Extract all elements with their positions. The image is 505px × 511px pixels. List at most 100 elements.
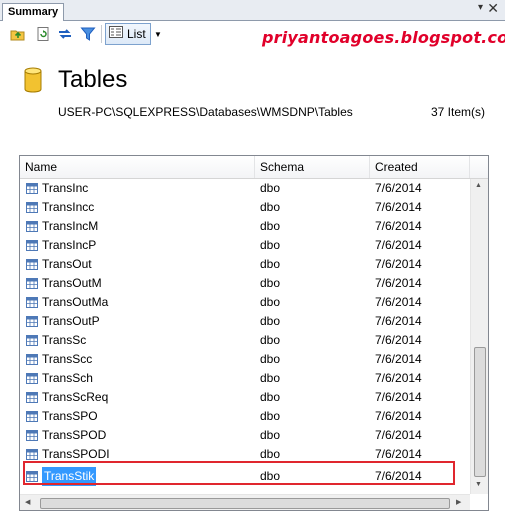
table-rows: TransInc dbo 7/6/2014 TransIncc dbo 7/6/… — [20, 179, 470, 486]
table-row[interactable]: TransInc dbo 7/6/2014 — [20, 179, 470, 198]
table-icon — [26, 221, 38, 232]
table-name: TransSPOD — [42, 428, 107, 442]
table-icon — [26, 392, 38, 403]
table-icon — [26, 335, 38, 346]
table-row[interactable]: TransOutP dbo 7/6/2014 — [20, 312, 470, 331]
close-icon[interactable]: ✕ — [487, 0, 499, 17]
table-icon — [26, 430, 38, 441]
tables-list: Name Schema Created TransInc dbo 7/6/201… — [19, 155, 489, 511]
table-created: 7/6/2014 — [375, 238, 422, 252]
table-row[interactable]: TransOutM dbo 7/6/2014 — [20, 274, 470, 293]
filter-icon[interactable] — [80, 26, 96, 42]
scroll-left-icon[interactable]: ◀ — [25, 498, 30, 506]
scroll-down-icon[interactable]: ▼ — [475, 481, 482, 488]
up-folder-icon[interactable] — [10, 26, 26, 42]
table-schema: dbo — [260, 390, 281, 404]
chevron-down-icon[interactable]: ▼ — [154, 30, 162, 39]
table-icon — [26, 411, 38, 422]
tab-summary[interactable]: Summary — [2, 3, 65, 21]
refresh-icon[interactable] — [35, 26, 51, 42]
table-created: 7/6/2014 — [375, 219, 422, 233]
table-created: 7/6/2014 — [375, 409, 422, 423]
table-name: TransScReq — [42, 390, 109, 404]
table-icon — [26, 240, 38, 251]
table-name: TransOut — [42, 257, 92, 271]
table-created: 7/6/2014 — [375, 390, 422, 404]
column-header-created[interactable]: Created — [370, 156, 470, 178]
table-schema: dbo — [260, 238, 281, 252]
item-count: 37 Item(s) — [430, 105, 485, 119]
table-row[interactable]: TransOutMa dbo 7/6/2014 — [20, 293, 470, 312]
table-row[interactable]: TransIncP dbo 7/6/2014 — [20, 236, 470, 255]
table-row[interactable]: TransScc dbo 7/6/2014 — [20, 350, 470, 369]
table-schema: dbo — [260, 352, 281, 366]
table-icon — [26, 354, 38, 365]
table-created: 7/6/2014 — [375, 257, 422, 271]
breadcrumb: USER-PC\SQLEXPRESS\Databases\WMSDNP\Tabl… — [58, 105, 353, 119]
table-schema: dbo — [260, 181, 281, 195]
column-header-schema[interactable]: Schema — [255, 156, 370, 178]
horizontal-scroll-thumb[interactable] — [40, 498, 450, 509]
table-schema: dbo — [260, 333, 281, 347]
list-view-icon — [109, 24, 123, 44]
vertical-scrollbar[interactable]: ▲ ▼ — [470, 179, 488, 494]
table-name: TransOutM — [42, 276, 102, 290]
pin-dropdown-icon[interactable]: ▾ — [478, 2, 483, 13]
table-row[interactable]: TransScReq dbo 7/6/2014 — [20, 388, 470, 407]
column-header-name[interactable]: Name — [20, 156, 255, 178]
table-schema: dbo — [260, 276, 281, 290]
selection-highlight-box — [23, 461, 455, 485]
table-created: 7/6/2014 — [375, 276, 422, 290]
table-icon — [26, 278, 38, 289]
vertical-scroll-thumb[interactable] — [474, 347, 486, 477]
table-row[interactable]: TransSc dbo 7/6/2014 — [20, 331, 470, 350]
table-icon — [26, 449, 38, 460]
table-created: 7/6/2014 — [375, 200, 422, 214]
table-schema: dbo — [260, 314, 281, 328]
table-created: 7/6/2014 — [375, 352, 422, 366]
table-name: TransSch — [42, 371, 93, 385]
table-row[interactable]: TransSPO dbo 7/6/2014 — [20, 407, 470, 426]
list-view-button[interactable]: List — [105, 23, 151, 45]
table-row[interactable]: TransSPOD dbo 7/6/2014 — [20, 426, 470, 445]
table-name: TransIncc — [42, 200, 95, 214]
table-name: TransOutMa — [42, 295, 109, 309]
table-row[interactable]: TransIncM dbo 7/6/2014 — [20, 217, 470, 236]
table-created: 7/6/2014 — [375, 295, 422, 309]
scroll-up-icon[interactable]: ▲ — [475, 182, 482, 189]
table-schema: dbo — [260, 200, 281, 214]
table-name: TransSc — [42, 333, 87, 347]
table-icon — [26, 183, 38, 194]
table-schema: dbo — [260, 371, 281, 385]
database-icon — [24, 67, 42, 96]
summary-tabstrip: Summary ▾ ✕ — [0, 0, 505, 21]
table-row[interactable]: TransOut dbo 7/6/2014 — [20, 255, 470, 274]
table-name: TransScc — [42, 352, 93, 366]
scroll-right-icon[interactable]: ▶ — [456, 498, 461, 506]
table-created: 7/6/2014 — [375, 314, 422, 328]
table-name: TransInc — [42, 181, 89, 195]
table-icon — [26, 202, 38, 213]
summary-header: Tables USER-PC\SQLEXPRESS\Databases\WMSD… — [0, 48, 505, 148]
list-view-label: List — [127, 27, 146, 41]
table-row[interactable]: TransSch dbo 7/6/2014 — [20, 369, 470, 388]
sync-icon[interactable] — [57, 26, 73, 42]
table-schema: dbo — [260, 257, 281, 271]
table-schema: dbo — [260, 409, 281, 423]
table-row[interactable]: TransIncc dbo 7/6/2014 — [20, 198, 470, 217]
table-name: TransIncM — [42, 219, 99, 233]
table-icon — [26, 373, 38, 384]
horizontal-scrollbar[interactable]: ◀ ▶ — [20, 494, 470, 510]
column-header-row: Name Schema Created — [20, 156, 488, 179]
page-title: Tables — [58, 66, 128, 93]
table-schema: dbo — [260, 428, 281, 442]
toolbar-separator — [101, 25, 102, 43]
table-icon — [26, 259, 38, 270]
table-name: TransOutP — [42, 314, 100, 328]
table-schema: dbo — [260, 295, 281, 309]
watermark-text: priyantoagoes.blogspot.com — [262, 28, 505, 47]
table-created: 7/6/2014 — [375, 181, 422, 195]
table-name: TransSPO — [42, 409, 98, 423]
table-icon — [26, 297, 38, 308]
table-icon — [26, 316, 38, 327]
